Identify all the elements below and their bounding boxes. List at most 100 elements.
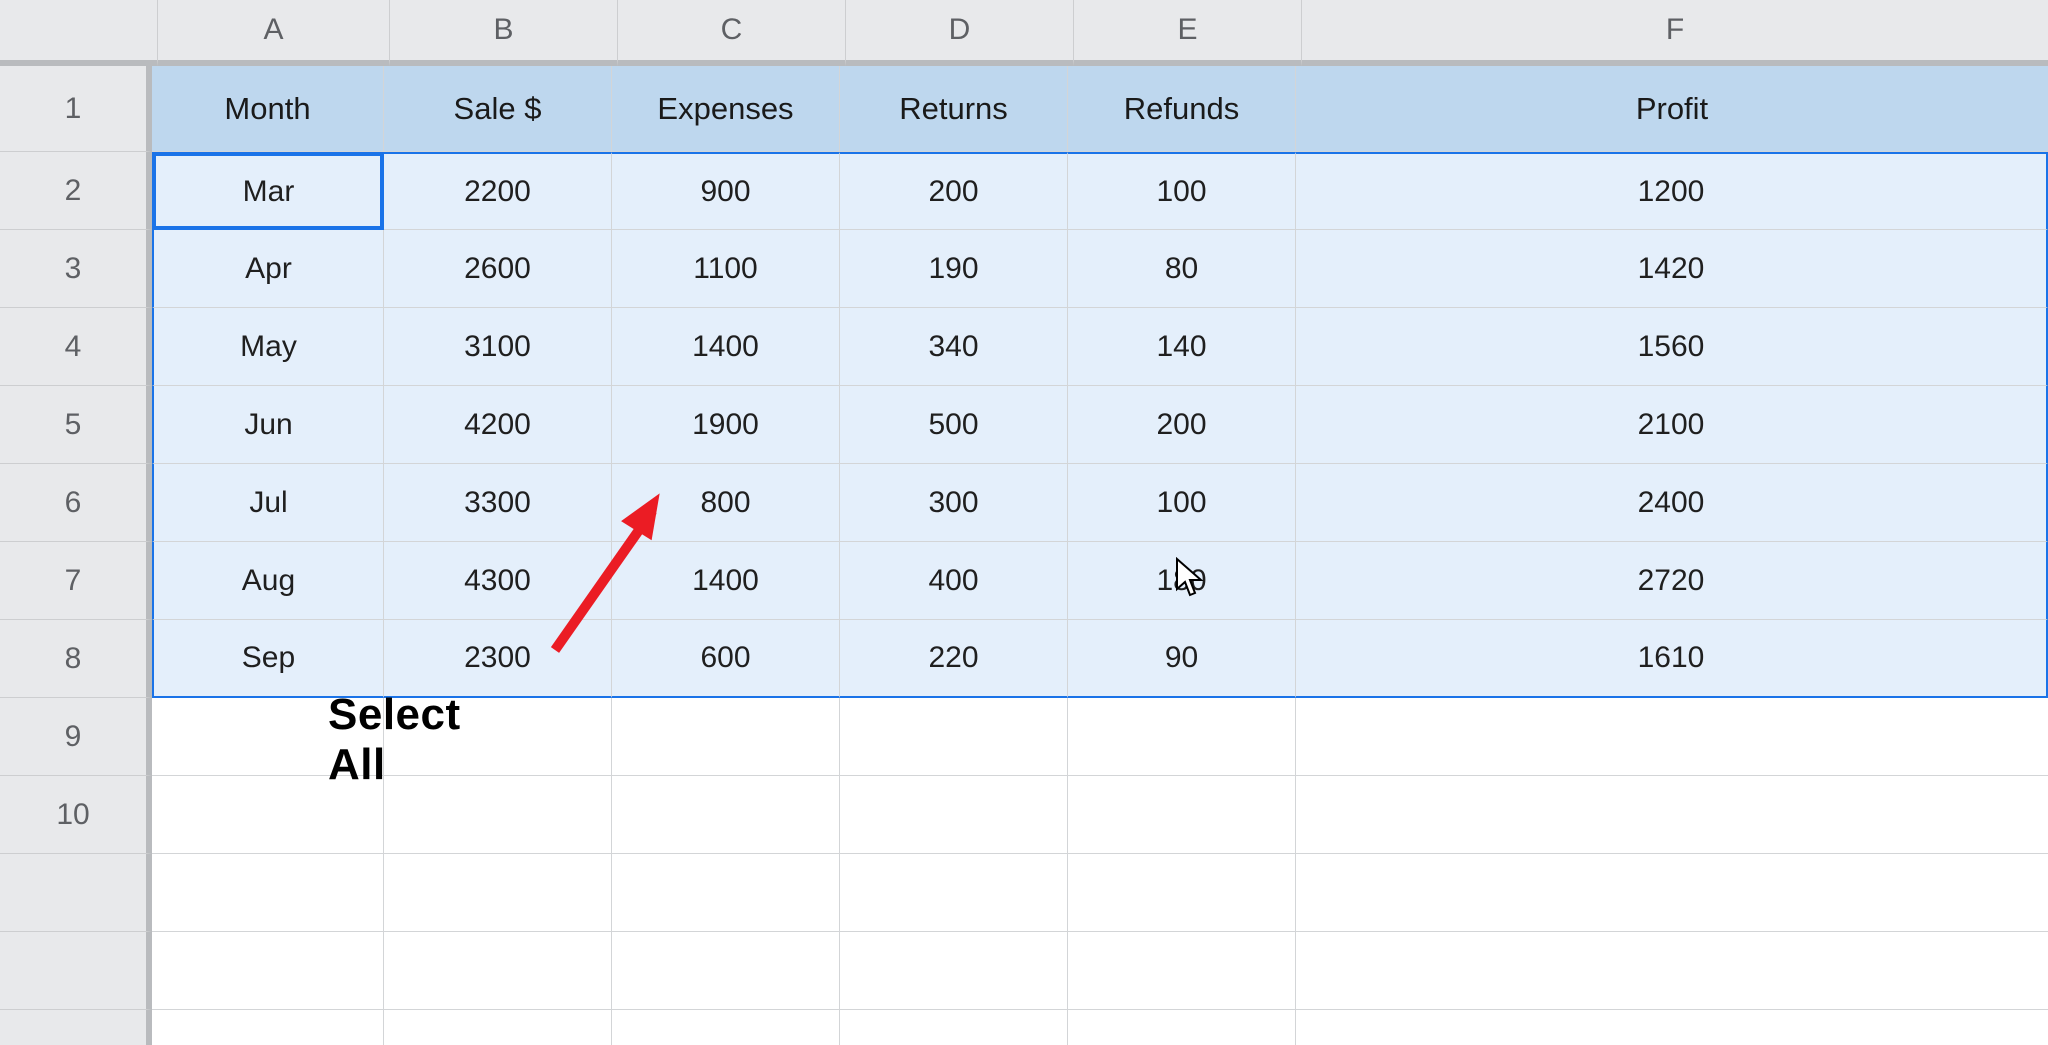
cell-F5[interactable]: 2100 xyxy=(1296,386,2048,464)
cell-D1[interactable]: Returns xyxy=(840,66,1068,152)
cell-F7[interactable]: 2720 xyxy=(1296,542,2048,620)
cell-B2[interactable]: 2200 xyxy=(384,152,612,230)
cell-A2[interactable]: Mar xyxy=(152,152,384,230)
cell-B5[interactable]: 4200 xyxy=(384,386,612,464)
cell-C8[interactable]: 600 xyxy=(612,620,840,698)
cell-F4[interactable]: 1560 xyxy=(1296,308,2048,386)
cell-extra3-E[interactable] xyxy=(1068,1010,1296,1045)
cell-extra-F[interactable] xyxy=(1296,854,2048,932)
cell-extra3-D[interactable] xyxy=(840,1010,1068,1045)
cell-D6[interactable]: 300 xyxy=(840,464,1068,542)
cell-C4[interactable]: 1400 xyxy=(612,308,840,386)
row-header-2[interactable]: 2 xyxy=(0,152,152,230)
cell-A4[interactable]: May xyxy=(152,308,384,386)
cell-A5[interactable]: Jun xyxy=(152,386,384,464)
column-header-F[interactable]: F xyxy=(1302,0,2048,66)
row-header-8[interactable]: 8 xyxy=(0,620,152,698)
cell-F9[interactable] xyxy=(1296,698,2048,776)
cell-extra-E[interactable] xyxy=(1068,854,1296,932)
cell-E9[interactable] xyxy=(1068,698,1296,776)
row-header-extra-2[interactable] xyxy=(0,932,152,1010)
cell-A6[interactable]: Jul xyxy=(152,464,384,542)
column-header-B[interactable]: B xyxy=(390,0,618,66)
cell-A1[interactable]: Month xyxy=(152,66,384,152)
cell-extra2-B[interactable] xyxy=(384,932,612,1010)
cell-C10[interactable] xyxy=(612,776,840,854)
cell-E2[interactable]: 100 xyxy=(1068,152,1296,230)
column-header-E[interactable]: E xyxy=(1074,0,1302,66)
cell-extra2-E[interactable] xyxy=(1068,932,1296,1010)
cell-extra3-B[interactable] xyxy=(384,1010,612,1045)
cell-D5[interactable]: 500 xyxy=(840,386,1068,464)
row-header-extra-1[interactable] xyxy=(0,854,152,932)
cell-extra3-F[interactable] xyxy=(1296,1010,2048,1045)
cell-C7[interactable]: 1400 xyxy=(612,542,840,620)
cell-D8[interactable]: 220 xyxy=(840,620,1068,698)
cell-F2[interactable]: 1200 xyxy=(1296,152,2048,230)
cell-extra2-C[interactable] xyxy=(612,932,840,1010)
cell-E7[interactable]: 180 xyxy=(1068,542,1296,620)
cell-B3[interactable]: 2600 xyxy=(384,230,612,308)
row-header-4[interactable]: 4 xyxy=(0,308,152,386)
cell-extra-C[interactable] xyxy=(612,854,840,932)
column-header-D[interactable]: D xyxy=(846,0,1074,66)
column-header-A[interactable]: A xyxy=(158,0,390,66)
cell-D3[interactable]: 190 xyxy=(840,230,1068,308)
row-header-7[interactable]: 7 xyxy=(0,542,152,620)
cell-E8[interactable]: 90 xyxy=(1068,620,1296,698)
cell-extra-A[interactable] xyxy=(152,854,384,932)
cell-D10[interactable] xyxy=(840,776,1068,854)
cell-E4[interactable]: 140 xyxy=(1068,308,1296,386)
cell-extra2-A[interactable] xyxy=(152,932,384,1010)
cell-A10[interactable] xyxy=(152,776,384,854)
cell-D9[interactable] xyxy=(840,698,1068,776)
cell-F8[interactable]: 1610 xyxy=(1296,620,2048,698)
cell-F10[interactable] xyxy=(1296,776,2048,854)
cell-C1[interactable]: Expenses xyxy=(612,66,840,152)
cell-C2[interactable]: 900 xyxy=(612,152,840,230)
cell-B10[interactable] xyxy=(384,776,612,854)
cell-B1[interactable]: Sale $ xyxy=(384,66,612,152)
cell-D4[interactable]: 340 xyxy=(840,308,1068,386)
cell-F6[interactable]: 2400 xyxy=(1296,464,2048,542)
row-header-3[interactable]: 3 xyxy=(0,230,152,308)
cell-E3[interactable]: 80 xyxy=(1068,230,1296,308)
select-all-corner[interactable] xyxy=(0,0,158,66)
row-header-1[interactable]: 1 xyxy=(0,66,152,152)
cell-E6[interactable]: 100 xyxy=(1068,464,1296,542)
cell-B4[interactable]: 3100 xyxy=(384,308,612,386)
row-header-10[interactable]: 10 xyxy=(0,776,152,854)
cell-C6[interactable]: 800 xyxy=(612,464,840,542)
cell-extra2-F[interactable] xyxy=(1296,932,2048,1010)
cell-C9[interactable] xyxy=(612,698,840,776)
row-8: 8 Sep 2300 600 220 90 1610 xyxy=(0,620,2048,698)
cell-C3[interactable]: 1100 xyxy=(612,230,840,308)
cell-A8[interactable]: Sep xyxy=(152,620,384,698)
row-7: 7 Aug 4300 1400 400 180 2720 xyxy=(0,542,2048,620)
row-header-5[interactable]: 5 xyxy=(0,386,152,464)
cell-B9[interactable] xyxy=(384,698,612,776)
cell-D2[interactable]: 200 xyxy=(840,152,1068,230)
cell-extra3-C[interactable] xyxy=(612,1010,840,1045)
cell-A9[interactable] xyxy=(152,698,384,776)
cell-E1[interactable]: Refunds xyxy=(1068,66,1296,152)
cell-extra-D[interactable] xyxy=(840,854,1068,932)
cell-F3[interactable]: 1420 xyxy=(1296,230,2048,308)
cell-C5[interactable]: 1900 xyxy=(612,386,840,464)
cell-E5[interactable]: 200 xyxy=(1068,386,1296,464)
cell-B7[interactable]: 4300 xyxy=(384,542,612,620)
cell-A3[interactable]: Apr xyxy=(152,230,384,308)
column-header-C[interactable]: C xyxy=(618,0,846,66)
row-header-9[interactable]: 9 xyxy=(0,698,152,776)
row-header-6[interactable]: 6 xyxy=(0,464,152,542)
cell-A7[interactable]: Aug xyxy=(152,542,384,620)
cell-F1[interactable]: Profit xyxy=(1296,66,2048,152)
row-header-extra-3[interactable] xyxy=(0,1010,152,1045)
cell-B8[interactable]: 2300 xyxy=(384,620,612,698)
cell-extra2-D[interactable] xyxy=(840,932,1068,1010)
cell-B6[interactable]: 3300 xyxy=(384,464,612,542)
cell-D7[interactable]: 400 xyxy=(840,542,1068,620)
cell-extra-B[interactable] xyxy=(384,854,612,932)
cell-extra3-A[interactable] xyxy=(152,1010,384,1045)
cell-E10[interactable] xyxy=(1068,776,1296,854)
